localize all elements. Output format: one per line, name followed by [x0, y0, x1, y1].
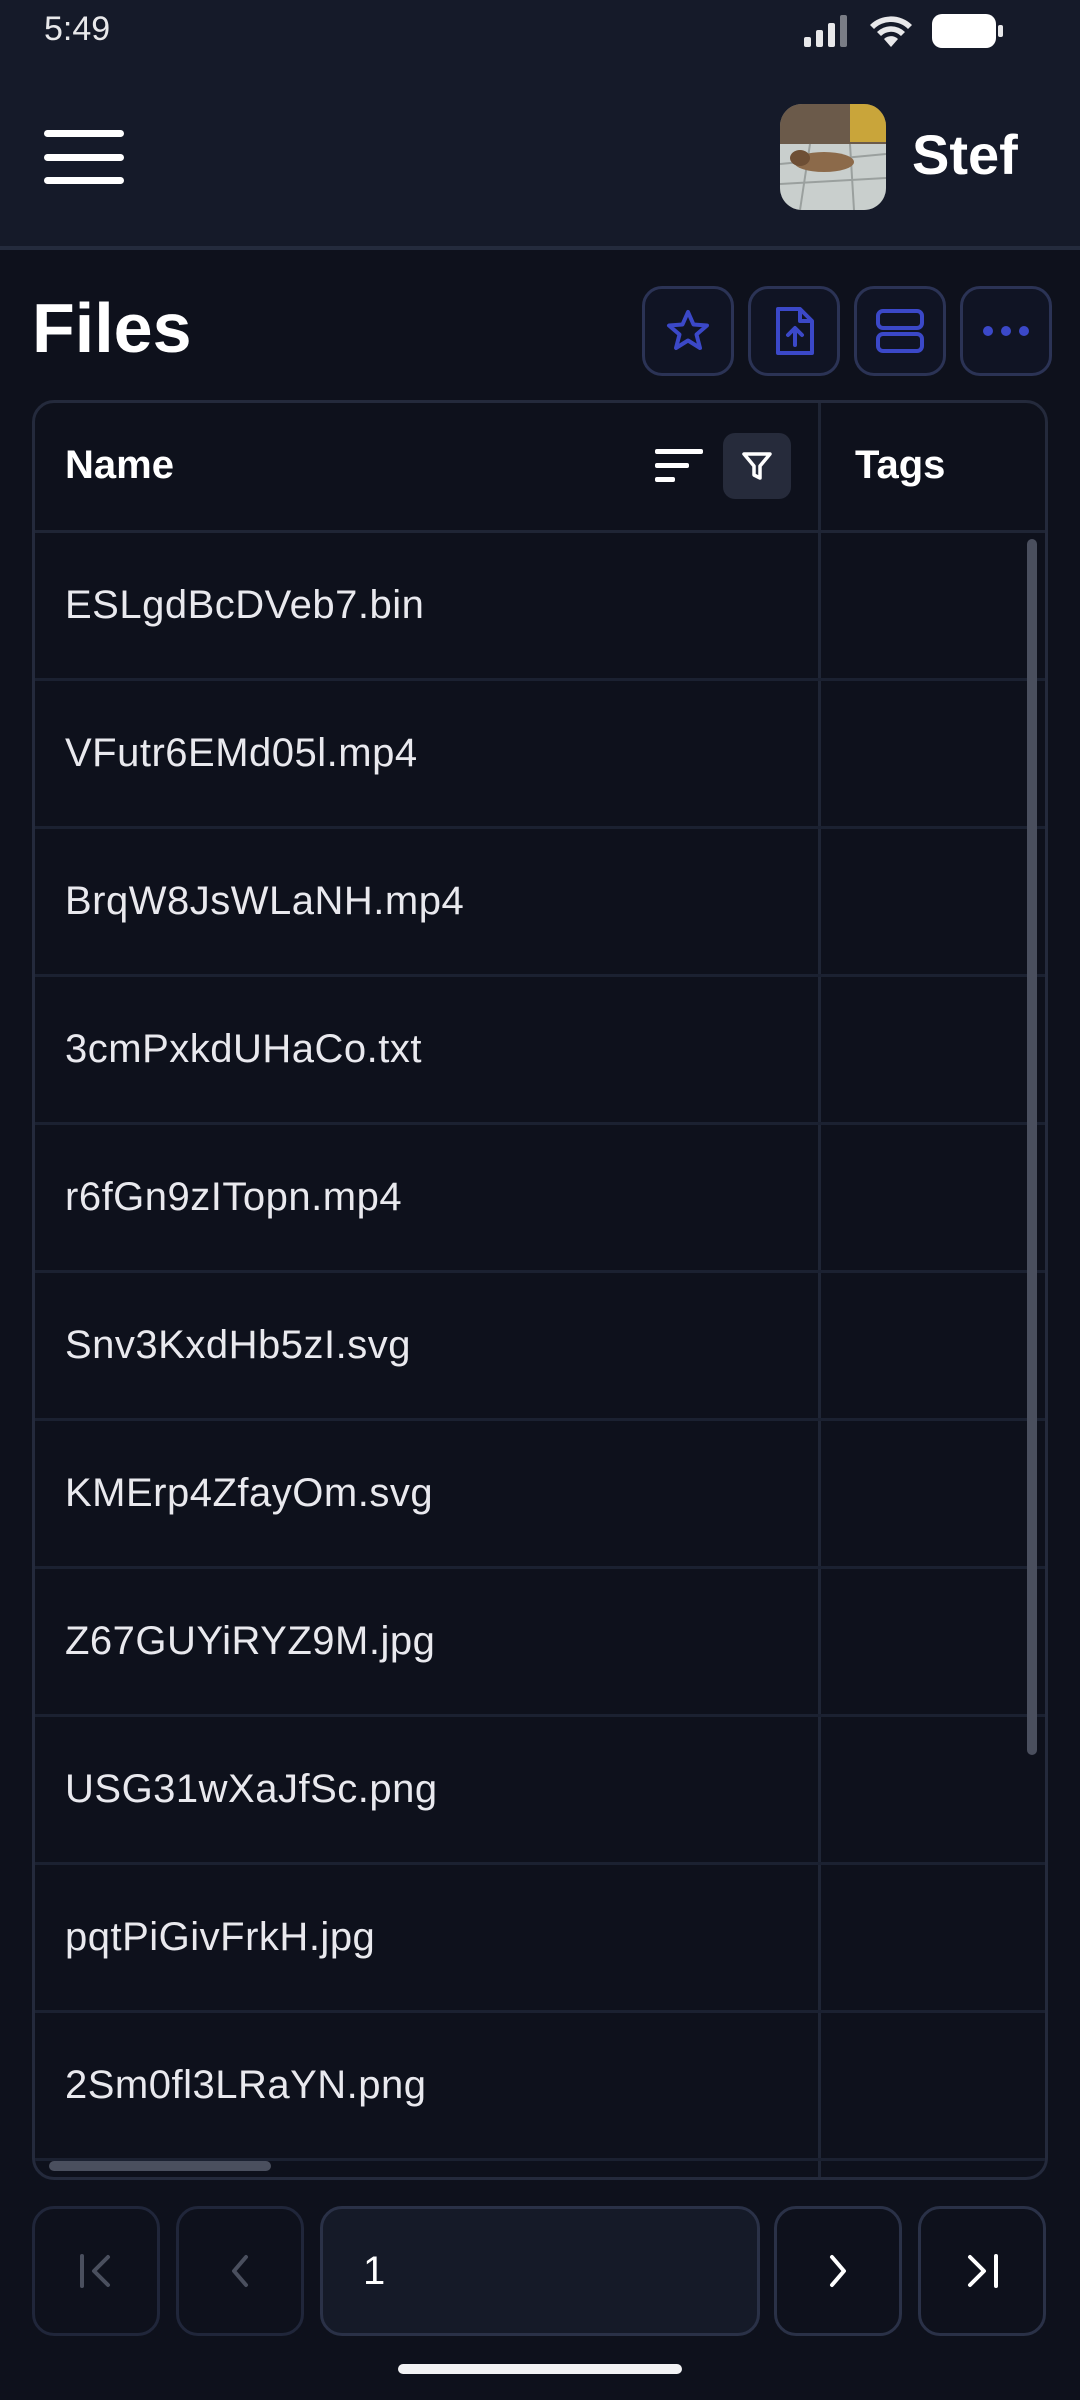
first-page-icon: [80, 2254, 110, 2288]
file-name: VFutr6EMd05l.mp4: [65, 731, 418, 775]
view-layout-icon: [876, 309, 924, 353]
column-header-name[interactable]: Name: [65, 443, 174, 488]
column-header-tags[interactable]: Tags: [855, 443, 945, 488]
sort-icon[interactable]: [655, 447, 703, 485]
menu-icon[interactable]: [42, 126, 126, 188]
table-row[interactable]: KMErp4ZfayOm.svg: [35, 1421, 1045, 1569]
home-indicator: [398, 2364, 682, 2374]
signal-icon: [804, 15, 847, 47]
favorites-button[interactable]: [642, 286, 734, 376]
filter-icon: [742, 452, 772, 480]
first-page-button[interactable]: [32, 2206, 160, 2336]
table-row[interactable]: pqtPiGivFrkH.jpg: [35, 1865, 1045, 2013]
upload-button[interactable]: [748, 286, 840, 376]
table-row[interactable]: USG31wXaJfSc.png: [35, 1717, 1045, 1865]
files-table: Name Tags ESLgdBcDVeb7.bin VFutr6EMd05l.…: [32, 400, 1048, 2180]
file-name: BrqW8JsWLaNH.mp4: [65, 879, 465, 923]
view-toggle-button[interactable]: [854, 286, 946, 376]
table-row[interactable]: VFutr6EMd05l.mp4: [35, 681, 1045, 829]
page-number-value: 1: [363, 2248, 386, 2293]
status-time: 5:49: [44, 10, 111, 48]
file-name: pqtPiGivFrkH.jpg: [65, 1915, 376, 1959]
table-row[interactable]: r6fGn9zITopn.mp4: [35, 1125, 1045, 1273]
file-name: Snv3KxdHb5zI.svg: [65, 1323, 411, 1367]
last-page-button[interactable]: [918, 2206, 1046, 2336]
avatar-image: [780, 104, 886, 210]
next-page-button[interactable]: [774, 2206, 902, 2336]
file-name: KMErp4ZfayOm.svg: [65, 1471, 434, 1515]
horizontal-scrollbar[interactable]: [49, 2161, 271, 2171]
table-row[interactable]: ESLgdBcDVeb7.bin: [35, 533, 1045, 681]
page-title: Files: [32, 289, 192, 367]
previous-page-button[interactable]: [176, 2206, 304, 2336]
file-name: Z67GUYiRYZ9M.jpg: [65, 1619, 436, 1663]
toolbar: [642, 286, 1052, 376]
filter-button[interactable]: [723, 433, 791, 499]
file-name: ESLgdBcDVeb7.bin: [65, 583, 425, 627]
file-name: 2Sm0fl3LRaYN.png: [65, 2063, 427, 2107]
upload-file-icon: [776, 307, 814, 355]
table-row[interactable]: 2Sm0fl3LRaYN.png: [35, 2013, 1045, 2161]
page-number-input[interactable]: 1: [320, 2206, 760, 2336]
table-row[interactable]: BrqW8JsWLaNH.mp4: [35, 829, 1045, 977]
table-row[interactable]: Z67GUYiRYZ9M.jpg: [35, 1569, 1045, 1717]
chevron-right-icon: [830, 2255, 846, 2287]
more-options-button[interactable]: [960, 286, 1052, 376]
table-row[interactable]: Snv3KxdHb5zI.svg: [35, 1273, 1045, 1421]
app-header: Stef: [0, 64, 1080, 250]
chevron-left-icon: [232, 2255, 248, 2287]
status-bar: 5:49: [0, 0, 1080, 64]
wifi-icon: [870, 16, 912, 47]
status-icons: [804, 14, 1004, 48]
table-header: Name Tags: [35, 403, 1045, 533]
table-row[interactable]: 3cmPxkdUHaCo.txt: [35, 977, 1045, 1125]
avatar[interactable]: [780, 104, 886, 210]
more-icon: [983, 326, 1029, 336]
star-icon: [667, 310, 709, 350]
table-body: ESLgdBcDVeb7.bin VFutr6EMd05l.mp4 BrqW8J…: [35, 533, 1045, 2161]
battery-icon: [932, 14, 1003, 48]
vertical-scrollbar[interactable]: [1027, 539, 1037, 1755]
file-name: r6fGn9zITopn.mp4: [65, 1175, 403, 1219]
user-name: Stef: [912, 123, 1018, 186]
last-page-icon: [968, 2254, 998, 2288]
file-name: USG31wXaJfSc.png: [65, 1767, 438, 1811]
file-name: 3cmPxkdUHaCo.txt: [65, 1027, 422, 1071]
